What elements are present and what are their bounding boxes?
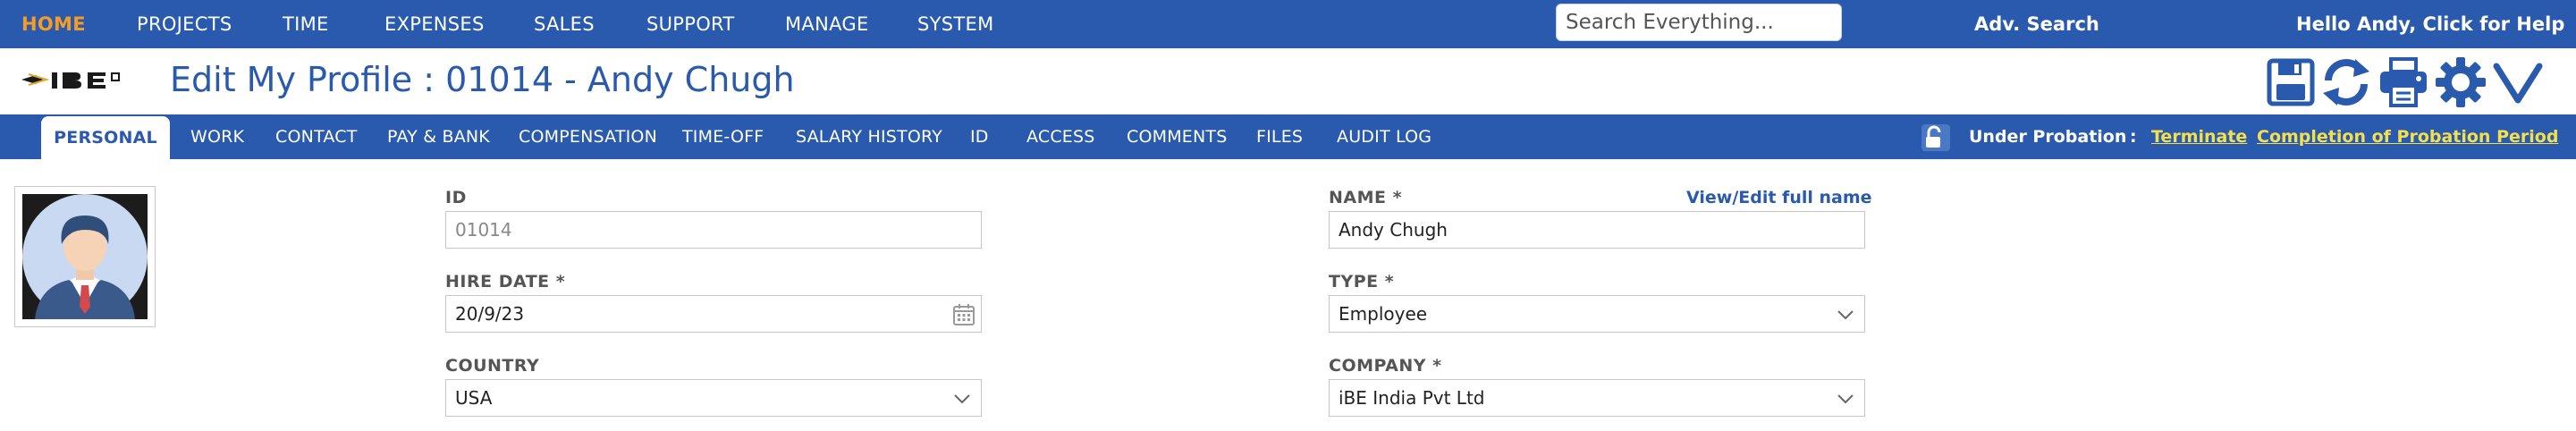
company-logo bbox=[21, 72, 120, 89]
tab-files[interactable]: FILES bbox=[1256, 114, 1303, 159]
name-field[interactable]: Andy Chugh bbox=[1329, 211, 1865, 249]
nav-home[interactable]: HOME bbox=[21, 0, 86, 48]
id-label: ID bbox=[445, 188, 467, 207]
type-select[interactable]: Employee bbox=[1329, 295, 1865, 333]
company-label: COMPANY * bbox=[1329, 356, 1442, 376]
company-value: iBE India Pvt Ltd bbox=[1339, 387, 1485, 409]
calendar-icon[interactable] bbox=[952, 303, 976, 326]
chevron-down-icon[interactable] bbox=[2491, 55, 2545, 109]
gear-icon[interactable] bbox=[2434, 55, 2487, 109]
profile-tabs: PERSONAL WORK CONTACT PAY & BANK COMPENS… bbox=[0, 114, 2576, 159]
nav-support[interactable]: SUPPORT bbox=[646, 0, 735, 48]
probation-status: Under Probation bbox=[1969, 127, 2127, 147]
probation-separator: : bbox=[2130, 127, 2137, 147]
hire-date-label: HIRE DATE * bbox=[445, 272, 566, 292]
nav-projects[interactable]: PROJECTS bbox=[137, 0, 232, 48]
country-value: USA bbox=[455, 387, 493, 409]
nav-time[interactable]: TIME bbox=[283, 0, 329, 48]
view-edit-full-name-link[interactable]: View/Edit full name bbox=[1686, 188, 1872, 207]
tab-audit-log[interactable]: AUDIT LOG bbox=[1337, 114, 1432, 159]
name-label: NAME * bbox=[1329, 188, 1403, 207]
refresh-icon[interactable] bbox=[2319, 55, 2373, 109]
terminate-link[interactable]: Terminate bbox=[2151, 114, 2247, 159]
avatar bbox=[22, 194, 148, 319]
tab-contact[interactable]: CONTACT bbox=[275, 114, 358, 159]
title-bar: Edit My Profile : 01014 - Andy Chugh bbox=[0, 48, 2576, 114]
profile-photo[interactable] bbox=[14, 186, 156, 327]
nav-manage[interactable]: MANAGE bbox=[785, 0, 869, 48]
hire-date-value: 20/9/23 bbox=[455, 303, 525, 325]
adv-search-link[interactable]: Adv. Search bbox=[1974, 0, 2099, 48]
tab-salary-history[interactable]: SALARY HISTORY bbox=[796, 114, 942, 159]
complete-probation-link[interactable]: Completion of Probation Period bbox=[2257, 114, 2558, 159]
type-value: Employee bbox=[1339, 303, 1428, 325]
save-icon[interactable] bbox=[2264, 55, 2318, 109]
tab-access[interactable]: ACCESS bbox=[1026, 114, 1095, 159]
nav-system[interactable]: SYSTEM bbox=[917, 0, 994, 48]
chevron-down-icon bbox=[954, 394, 970, 404]
country-label: COUNTRY bbox=[445, 356, 540, 376]
type-label: TYPE * bbox=[1329, 272, 1395, 292]
hire-date-field[interactable]: 20/9/23 bbox=[445, 295, 982, 333]
search-input[interactable] bbox=[1556, 4, 1842, 41]
nav-expenses[interactable]: EXPENSES bbox=[384, 0, 485, 48]
tab-compensation[interactable]: COMPENSATION bbox=[519, 114, 657, 159]
tab-id[interactable]: ID bbox=[970, 114, 989, 159]
top-navigation: HOME PROJECTS TIME EXPENSES SALES SUPPOR… bbox=[0, 0, 2576, 48]
tab-personal[interactable]: PERSONAL bbox=[41, 116, 170, 159]
company-select[interactable]: iBE India Pvt Ltd bbox=[1329, 379, 1865, 417]
unlock-icon[interactable] bbox=[1921, 123, 1951, 152]
nav-sales[interactable]: SALES bbox=[534, 0, 595, 48]
help-greeting-link[interactable]: Hello Andy, Click for Help bbox=[2296, 0, 2564, 48]
print-icon[interactable] bbox=[2377, 55, 2430, 109]
country-select[interactable]: USA bbox=[445, 379, 982, 417]
id-field: 01014 bbox=[445, 211, 982, 249]
chevron-down-icon bbox=[1837, 394, 1854, 404]
tab-work[interactable]: WORK bbox=[190, 114, 244, 159]
chevron-down-icon bbox=[1837, 310, 1854, 320]
tab-comments[interactable]: COMMENTS bbox=[1127, 114, 1228, 159]
page-title: Edit My Profile : 01014 - Andy Chugh bbox=[170, 60, 795, 99]
tab-pay-bank[interactable]: PAY & BANK bbox=[387, 114, 490, 159]
tab-time-off[interactable]: TIME-OFF bbox=[682, 114, 764, 159]
